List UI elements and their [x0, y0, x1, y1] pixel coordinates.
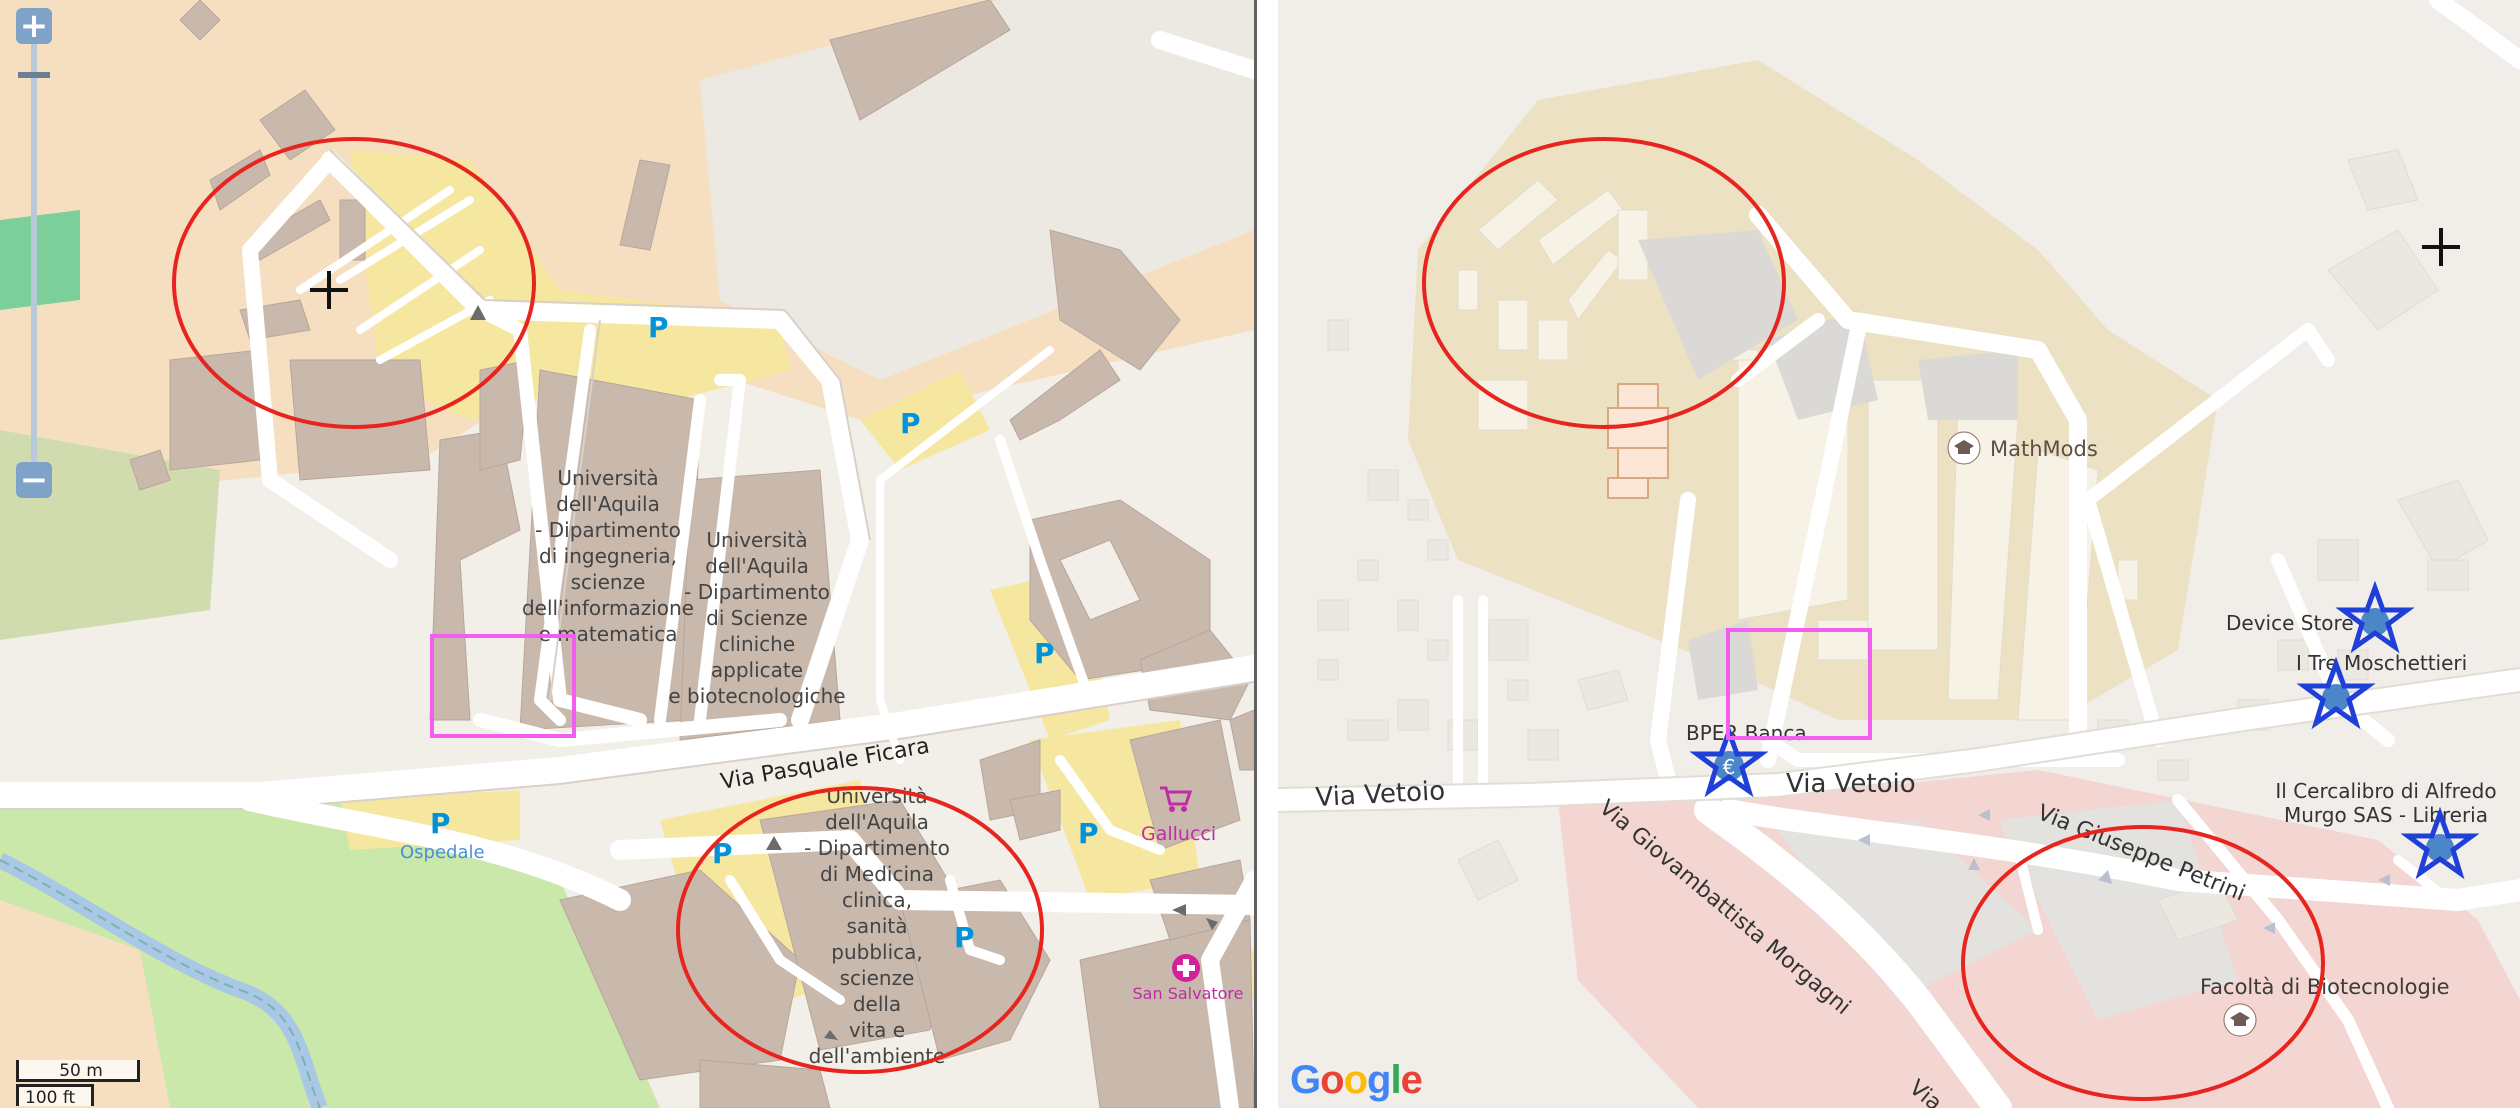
- parking-label: P: [430, 807, 451, 840]
- svg-text:di Medicina: di Medicina: [820, 862, 934, 886]
- google-logo-letter: G: [1290, 1058, 1321, 1102]
- label-cercalibro: Murgo SAS - Libreria: [2284, 803, 2488, 827]
- zoom-slider-track[interactable]: [31, 44, 37, 462]
- google-logo-letter: o: [1320, 1058, 1344, 1102]
- label-cercalibro: Il Cercalibro di Alfredo: [2275, 779, 2496, 803]
- svg-text:pubblica,: pubblica,: [831, 940, 922, 964]
- svg-text:Università: Università: [557, 466, 658, 490]
- google-logo-letter: g: [1367, 1058, 1391, 1102]
- zoom-control[interactable]: + −: [14, 8, 54, 498]
- svg-text:dell'informazione: dell'informazione: [522, 596, 694, 620]
- svg-text:applicate: applicate: [711, 658, 803, 682]
- svg-text:sanità: sanità: [846, 914, 907, 938]
- left-map-panel[interactable]: P P P P P P P Università dell'Aquila - D…: [0, 0, 1254, 1108]
- label-bper-banca: BPER Banca: [1686, 721, 1807, 745]
- openstreetmap-map[interactable]: P P P P P P P Università dell'Aquila - D…: [0, 0, 1254, 1108]
- street-label-via-vetoio: Via Vetoio: [1786, 769, 1916, 799]
- svg-text:- Dipartimento: - Dipartimento: [804, 836, 950, 860]
- scale-imperial: 100 ft: [16, 1084, 94, 1108]
- school-icon: [1947, 431, 1981, 465]
- label-i-tre-moschettieri: I Tre Moschettieri: [2296, 651, 2467, 675]
- parking-label: P: [648, 311, 669, 344]
- svg-text:dell'Aquila: dell'Aquila: [825, 810, 929, 834]
- svg-text:- Dipartimento: - Dipartimento: [684, 580, 830, 604]
- svg-text:e biotecnologiche: e biotecnologiche: [668, 684, 845, 708]
- zoom-in-button[interactable]: +: [16, 8, 52, 44]
- parking-label: P: [1078, 817, 1099, 850]
- school-icon: [2223, 1003, 2257, 1037]
- google-logo-letter: e: [1400, 1058, 1423, 1102]
- panel-divider: [1254, 0, 1278, 1108]
- label-mathmods: MathMods: [1990, 437, 2098, 461]
- scale-metric: 50 m: [16, 1060, 140, 1082]
- parking-label: P: [900, 407, 921, 440]
- parking-lot: [1918, 350, 2018, 420]
- svg-text:scienze: scienze: [840, 966, 915, 990]
- right-map-panel[interactable]: MathMods Facoltà di Biotecnologie Via Ve…: [1278, 0, 2520, 1108]
- google-map[interactable]: MathMods Facoltà di Biotecnologie Via Ve…: [1278, 0, 2520, 1108]
- svg-text:vita e: vita e: [849, 1018, 905, 1042]
- parking-label: P: [954, 921, 975, 954]
- svg-text:dell'Aquila: dell'Aquila: [705, 554, 809, 578]
- svg-text:scienze: scienze: [571, 570, 646, 594]
- label-facolta-biotecnologie: Facoltà di Biotecnologie: [2200, 975, 2450, 999]
- svg-text:dell'Aquila: dell'Aquila: [556, 492, 660, 516]
- zoom-out-button[interactable]: −: [16, 462, 52, 498]
- svg-text:della: della: [853, 992, 901, 1016]
- svg-text:di Scienze: di Scienze: [706, 606, 808, 630]
- svg-text:cliniche: cliniche: [719, 632, 795, 656]
- svg-text:Università: Università: [706, 528, 807, 552]
- zoom-slider-handle[interactable]: [18, 72, 50, 78]
- label-device-store: Device Store: [2226, 611, 2354, 635]
- label-san-salvatore: San Salvatore: [1133, 984, 1244, 1003]
- google-logo-letter: o: [1343, 1058, 1368, 1102]
- svg-text:- Dipartimento: - Dipartimento: [535, 518, 681, 542]
- hospital-icon: [1172, 954, 1200, 982]
- parking-label: P: [1034, 637, 1055, 670]
- google-logo-letter: l: [1390, 1058, 1401, 1102]
- svg-text:clinica,: clinica,: [842, 888, 912, 912]
- google-logo: Google: [1290, 1058, 1423, 1103]
- label-ospedale: Ospedale: [400, 842, 485, 863]
- svg-text:di ingegneria,: di ingegneria,: [539, 544, 677, 568]
- label-gallucci: Gallucci: [1141, 823, 1216, 845]
